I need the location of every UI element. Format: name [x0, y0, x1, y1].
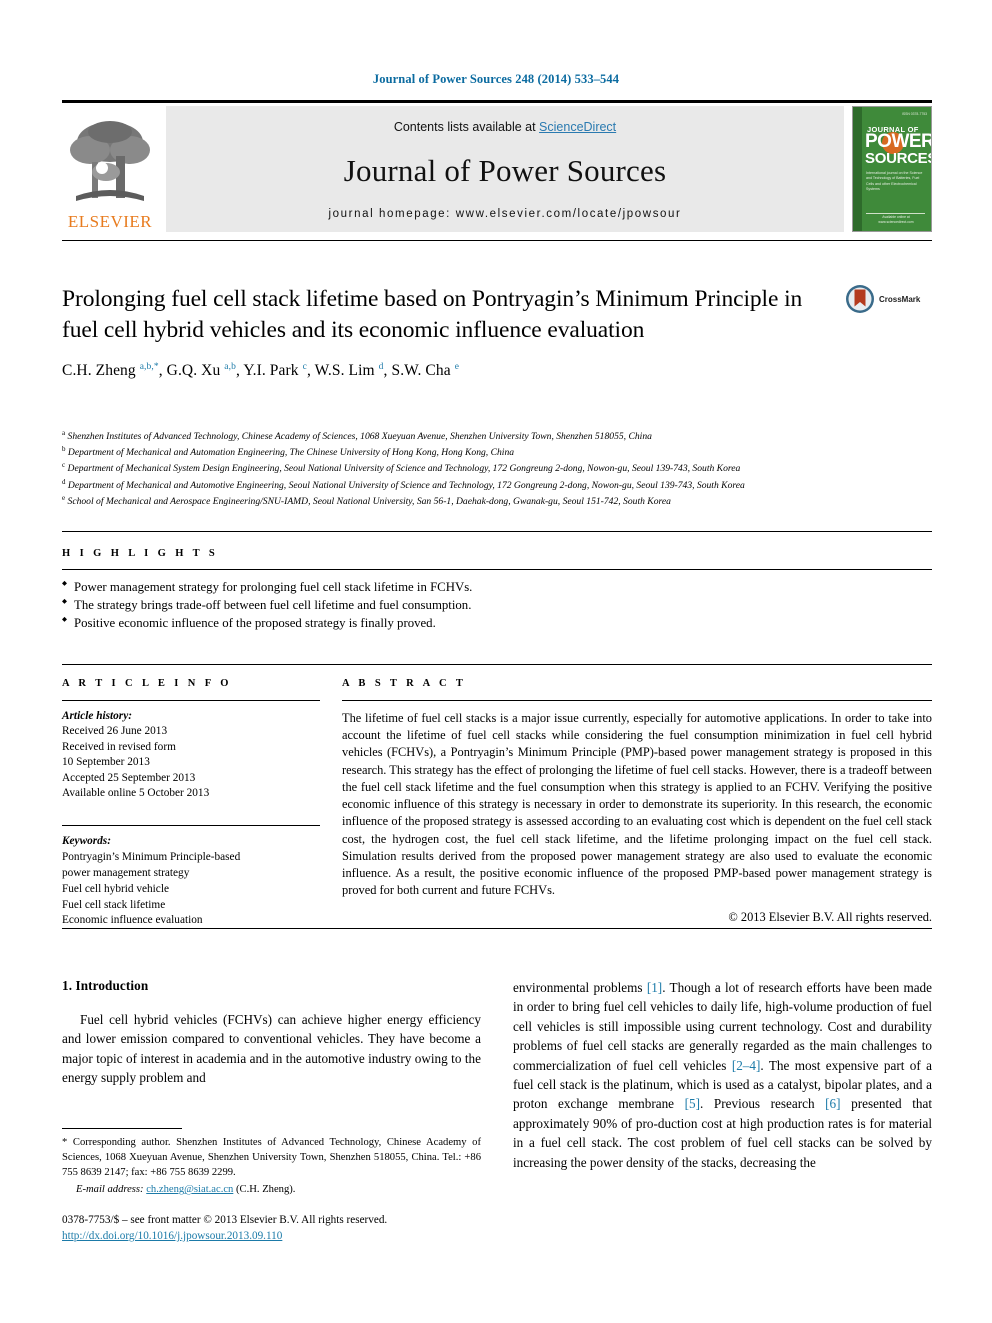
journal-masthead: ELSEVIER Contents lists available at Sci… [62, 100, 932, 232]
cover-power-word: POWER [865, 131, 932, 152]
cover-subtitle: International journal on the Science and… [866, 171, 923, 192]
keywords-divider [62, 824, 320, 826]
contents-prefix: Contents lists available at [393, 120, 540, 134]
body-paragraph: environmental problems [1]. Though a lot… [513, 980, 933, 1170]
abstract-column: A B S T R A C T The lifetime of fuel cel… [320, 678, 932, 929]
abstract-divider [342, 700, 932, 701]
page-title: Prolonging fuel cell stack lifetime base… [62, 286, 803, 343]
journal-homepage[interactable]: journal homepage: www.elsevier.com/locat… [329, 208, 682, 220]
keyword-item: Fuel cell hybrid vehicle [62, 882, 169, 895]
history-item: Accepted 25 September 2013 [62, 771, 196, 784]
cover-issn: ISSN 0378-7753 [901, 112, 927, 116]
article-info-column: A R T I C L E I N F O Article history: R… [62, 678, 320, 929]
affiliation-text: Department of Mechanical System Design E… [67, 463, 741, 475]
keyword-item: Pontryagin’s Minimum Principle-based [62, 850, 241, 863]
cover-spine [853, 107, 862, 231]
crossmark-icon [846, 285, 874, 313]
abstract-label: A B S T R A C T [342, 678, 467, 689]
elsevier-tree-icon [70, 121, 150, 201]
sciencedirect-link[interactable]: ScienceDirect [539, 120, 616, 134]
keyword-item: Fuel cell stack lifetime [62, 898, 166, 911]
affiliation-marker: c [62, 461, 66, 470]
affiliation-item: c Department of Mechanical System Design… [62, 460, 852, 476]
journal-title: Journal of Power Sources [343, 153, 667, 188]
affiliation-marker: b [62, 445, 66, 454]
affiliation-item: e School of Mechanical and Aerospace Eng… [62, 493, 852, 509]
section-heading-introduction: 1. Introduction [62, 978, 149, 993]
history-item: Available online 5 October 2013 [62, 787, 210, 800]
email-suffix: (C.H. Zheng). [236, 1184, 296, 1196]
abstract-text: The lifetime of fuel cell stacks is a ma… [342, 711, 932, 898]
keywords-block: Keywords: Pontryagin’s Minimum Principle… [62, 824, 320, 930]
affiliation-text: Department of Mechanical and Automotive … [67, 479, 745, 491]
affiliation-text: Department of Mechanical and Automation … [67, 447, 515, 459]
email-address-label: E-mail address: [76, 1184, 144, 1196]
journal-cover-thumbnail: ISSN 0378-7753 JOURNAL OF POWER SOURCES … [852, 106, 932, 232]
abstract-copyright: © 2013 Elsevier B.V. All rights reserved… [728, 909, 932, 924]
highlights-top-rule [62, 531, 932, 532]
body-column-right: environmental problems [1]. Though a lot… [513, 978, 932, 1172]
footnote-email-line: E-mail address: ch.zheng@siat.ac.cn (C.H… [62, 1182, 481, 1197]
elsevier-wordmark: ELSEVIER [67, 212, 153, 231]
history-item: Received in revised form [62, 740, 176, 753]
issn-copyright-line: 0378-7753/$ – see front matter © 2013 El… [62, 1214, 388, 1226]
running-head: Journal of Power Sources 248 (2014) 533–… [372, 72, 620, 86]
keywords-list: Keywords: Pontryagin’s Minimum Principle… [62, 834, 320, 930]
elsevier-logo: ELSEVIER [62, 106, 158, 232]
masthead-bottom-rule [62, 240, 932, 241]
highlights-divider [62, 569, 932, 570]
article-info-divider [62, 700, 320, 701]
affiliation-marker: a [62, 429, 66, 437]
footnote-rule [62, 1128, 182, 1129]
cover-sources-word: SOURCES [865, 150, 932, 167]
cover-footer: Available online at www.sciencedirect.co… [878, 214, 914, 224]
highlights-section: H I G H L I G H T S Power management str… [62, 531, 932, 632]
history-item: 10 September 2013 [62, 756, 150, 769]
list-item: Positive economic influence of the propo… [62, 614, 932, 632]
corresponding-author-footnote: * Corresponding author. Shenzhen Institu… [62, 1128, 481, 1197]
info-abstract-section: A R T I C L E I N F O Article history: R… [62, 664, 932, 929]
affiliation-text: School of Mechanical and Aerospace Engin… [67, 495, 671, 507]
affiliation-marker: e [62, 493, 66, 502]
affiliation-item: b Department of Mechanical and Automatio… [62, 444, 852, 460]
body-paragraph: Fuel cell hybrid vehicles (FCHVs) can ac… [62, 1012, 481, 1086]
affiliation-text: Shenzhen Institutes of Advanced Technolo… [67, 431, 652, 443]
contents-available-line: Contents lists available at ScienceDirec… [394, 120, 616, 134]
paper-page: Journal of Power Sources 248 (2014) 533–… [0, 0, 992, 1323]
keywords-label: Keywords: [62, 834, 111, 847]
info-top-rule [62, 664, 932, 665]
keyword-item: power management strategy [62, 866, 190, 879]
abstract-bottom-rule [62, 928, 932, 929]
article-history: Article history: Received 26 June 2013 R… [62, 709, 320, 802]
affiliation-marker: d [62, 477, 66, 486]
affiliation-item: a Shenzhen Institutes of Advanced Techno… [62, 428, 852, 444]
crossmark-label: CrossMark [879, 294, 921, 304]
affiliations-list: a Shenzhen Institutes of Advanced Techno… [62, 428, 852, 509]
crossmark-badge[interactable]: CrossMark [845, 284, 937, 314]
masthead-center: Contents lists available at ScienceDirec… [166, 106, 844, 232]
list-item: Power management strategy for prolonging… [62, 578, 932, 596]
keyword-item: Economic influence evaluation [62, 914, 203, 927]
article-info-label: A R T I C L E I N F O [62, 678, 232, 689]
highlights-label: H I G H L I G H T S [62, 548, 219, 559]
footnote-text: * Corresponding author. Shenzhen Institu… [62, 1137, 481, 1179]
page-footer: 0378-7753/$ – see front matter © 2013 El… [62, 1212, 562, 1244]
title-block: Prolonging fuel cell stack lifetime base… [62, 284, 832, 380]
history-item: Received 26 June 2013 [62, 725, 168, 738]
affiliation-item: d Department of Mechanical and Automotiv… [62, 477, 852, 493]
doi-link[interactable]: http://dx.doi.org/10.1016/j.jpowsour.201… [62, 1230, 282, 1242]
list-item: The strategy brings trade-off between fu… [62, 596, 932, 614]
author-email-link[interactable]: ch.zheng@siat.ac.cn [146, 1184, 233, 1195]
highlights-list: Power management strategy for prolonging… [62, 578, 932, 632]
article-history-label: Article history: [62, 710, 132, 722]
author-list: C.H. Zheng a,b,*, G.Q. Xu a,b, Y.I. Park… [62, 362, 460, 380]
